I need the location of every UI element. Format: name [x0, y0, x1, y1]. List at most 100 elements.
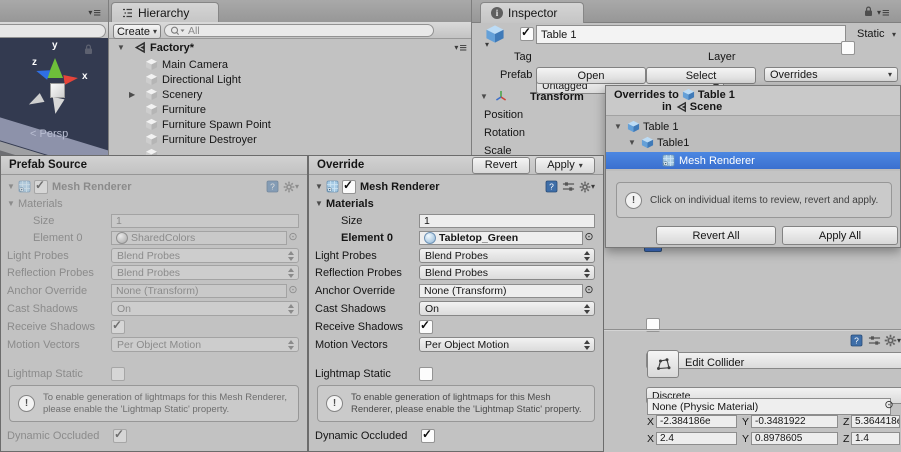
gizmo-neg-axis[interactable] [26, 93, 45, 109]
motion-vectors-dropdown[interactable]: Per Object Motion [419, 337, 595, 352]
static-checkbox[interactable] [841, 41, 855, 55]
component-enabled-checkbox[interactable]: ✓ [34, 178, 48, 194]
popup-title-object: Table 1 [697, 88, 735, 101]
center-y-field[interactable]: -0.3481922 [751, 415, 838, 428]
component-header[interactable]: ▼ ✓ Mesh Renderer ? ▾ [7, 178, 299, 194]
tab-hierarchy[interactable]: Hierarchy [111, 2, 219, 23]
scene-context-menu-icon[interactable]: ▾ ≡ [454, 40, 472, 55]
foldout-icon[interactable]: ▶ [129, 90, 141, 99]
prefab-source-panel: Prefab Source ▼ ✓ Mesh Renderer ? ▾ ▼ Mat… [0, 155, 308, 452]
gizmo-x-axis[interactable] [63, 73, 79, 85]
cast-shadows-dropdown[interactable]: On [419, 301, 595, 316]
anchor-override-field[interactable]: None (Transform) [419, 283, 583, 298]
component-enabled-checkbox[interactable]: ✓ [342, 178, 356, 194]
element0-object-field[interactable]: SharedColors [111, 230, 287, 245]
receive-shadows-checkbox[interactable]: ✓ [419, 318, 433, 334]
static-flags-caret[interactable]: ▾ [892, 30, 896, 39]
presets-icon[interactable] [868, 334, 881, 347]
materials-foldout[interactable]: ▼ Materials [7, 196, 299, 211]
cast-shadows-dropdown[interactable]: On [111, 301, 299, 316]
element0-object-field[interactable]: Tabletop_Green [419, 230, 583, 245]
foldout-icon[interactable]: ▼ [480, 92, 491, 101]
object-picker-icon[interactable]: ⊙ [287, 285, 299, 296]
scene-search-input[interactable] [0, 24, 106, 38]
popup-tree-row-selected[interactable]: Mesh Renderer [606, 152, 900, 169]
unity-editor: ▾ ≡ y z x < Persp Hierarchy Create ▾ All… [0, 0, 901, 452]
prefab-overrides-button[interactable]: Overrides ▾ [764, 67, 898, 82]
popup-subtitle-object: Scene [689, 101, 723, 113]
size-y-field[interactable]: 0.8978605 [751, 432, 838, 445]
foldout-icon[interactable]: ▼ [117, 43, 129, 52]
object-picker-icon[interactable]: ⊙ [287, 232, 299, 243]
transform-title[interactable]: Transform [530, 91, 584, 103]
dynamic-occluded-checkbox[interactable]: ✓ [113, 427, 127, 443]
materials-foldout[interactable]: ▼ Materials [315, 196, 595, 211]
create-button[interactable]: Create ▾ [113, 24, 161, 39]
prefab-cube-icon [641, 136, 654, 149]
help-book-icon[interactable]: ? [545, 180, 558, 193]
name-input[interactable]: Table 1 [536, 25, 846, 44]
svg-text:?: ? [270, 182, 275, 192]
center-z-field[interactable]: 5.364418e- [851, 415, 900, 428]
size-x-field[interactable]: 2.4 [656, 432, 737, 445]
lightmap-static-checkbox[interactable] [111, 366, 125, 381]
light-probes-dropdown[interactable]: Blend Probes [419, 248, 595, 263]
tab-inspector[interactable]: i Inspector [480, 2, 584, 23]
active-checkbox[interactable]: ✓ [520, 25, 534, 41]
revert-button[interactable]: Revert [472, 156, 530, 174]
object-picker-icon[interactable]: ⊙ [583, 285, 595, 296]
prefab-select-button[interactable]: Select [646, 67, 756, 84]
hierarchy-row[interactable]: Directional Light [109, 72, 472, 87]
hierarchy-row[interactable]: ▶ Scenery [109, 87, 472, 102]
hierarchy-search-input[interactable]: All [164, 24, 434, 37]
prefab-icon-caret[interactable]: ▾ [485, 40, 489, 49]
axis-x-label: x [82, 71, 88, 82]
apply-button[interactable]: Apply ▾ [535, 156, 595, 174]
apply-all-button[interactable]: Apply All [782, 226, 898, 245]
scene-panel-menu-icon[interactable]: ▾ ≡ [88, 5, 101, 20]
component-header[interactable]: ▼ ✓ Mesh Renderer ? ▾ [315, 178, 595, 194]
object-picker-icon[interactable]: ⊙ [583, 232, 595, 243]
edit-collider-button[interactable] [647, 350, 679, 378]
popup-tree-row[interactable]: ▼ Table 1 [606, 119, 900, 134]
reflection-probes-dropdown[interactable]: Blend Probes [111, 265, 299, 280]
gear-menu-icon[interactable]: ▾ [579, 181, 595, 193]
anchor-override-field[interactable]: None (Transform) [111, 283, 287, 298]
prefab-open-button[interactable]: Open [536, 67, 646, 84]
reflection-probes-dropdown[interactable]: Blend Probes [419, 265, 595, 280]
help-book-icon[interactable]: ? [850, 334, 863, 347]
gizmo-center-cube[interactable] [50, 83, 65, 98]
dynamic-occluded-checkbox[interactable]: ✓ [421, 427, 435, 443]
revert-all-button[interactable]: Revert All [656, 226, 776, 245]
gear-menu-icon[interactable]: ▾ [884, 334, 901, 347]
hierarchy-row[interactable]: Furniture Spawn Point [109, 117, 472, 132]
inspector-panel-menu-icon[interactable]: ▾ ≡ [877, 5, 890, 20]
receive-shadows-checkbox[interactable]: ✓ [111, 318, 125, 334]
lightmap-info-text: To enable generation of lightmaps for th… [351, 391, 582, 415]
popup-tree-row[interactable]: ▼ Table1 [606, 135, 900, 150]
lock-icon[interactable] [84, 44, 93, 55]
gear-menu-icon[interactable]: ▾ [283, 181, 299, 193]
hierarchy-row[interactable]: Furniture [109, 102, 472, 117]
size-field[interactable]: 1 [419, 213, 595, 228]
hierarchy-row[interactable]: Furniture Destroyer [109, 132, 472, 147]
lock-icon[interactable] [864, 6, 873, 17]
center-x-field[interactable]: -2.384186e [656, 415, 737, 428]
gizmo-neg-axis[interactable] [49, 96, 65, 116]
motion-vectors-dropdown[interactable]: Per Object Motion [111, 337, 299, 352]
object-picker-icon[interactable]: ⊙ [883, 400, 895, 411]
presets-icon[interactable] [562, 180, 575, 193]
foldout-icon[interactable]: ▼ [614, 122, 624, 131]
physic-material-field[interactable]: None (Physic Material) [647, 398, 891, 415]
hierarchy-row-scene-root[interactable]: ▼ Factory* ▾ ≡ [109, 40, 472, 55]
perspective-label[interactable]: < Persp [30, 128, 68, 140]
foldout-icon[interactable]: ▼ [628, 138, 638, 147]
gameobject-cube-icon [145, 103, 158, 116]
gizmo-y-axis[interactable] [47, 58, 63, 78]
size-field[interactable]: 1 [111, 213, 299, 228]
lightmap-static-checkbox[interactable] [419, 366, 433, 381]
light-probes-dropdown[interactable]: Blend Probes [111, 248, 299, 263]
hierarchy-row[interactable]: Main Camera [109, 57, 472, 72]
size-z-field[interactable]: 1.4 [851, 432, 900, 445]
help-book-icon[interactable]: ? [266, 180, 279, 193]
